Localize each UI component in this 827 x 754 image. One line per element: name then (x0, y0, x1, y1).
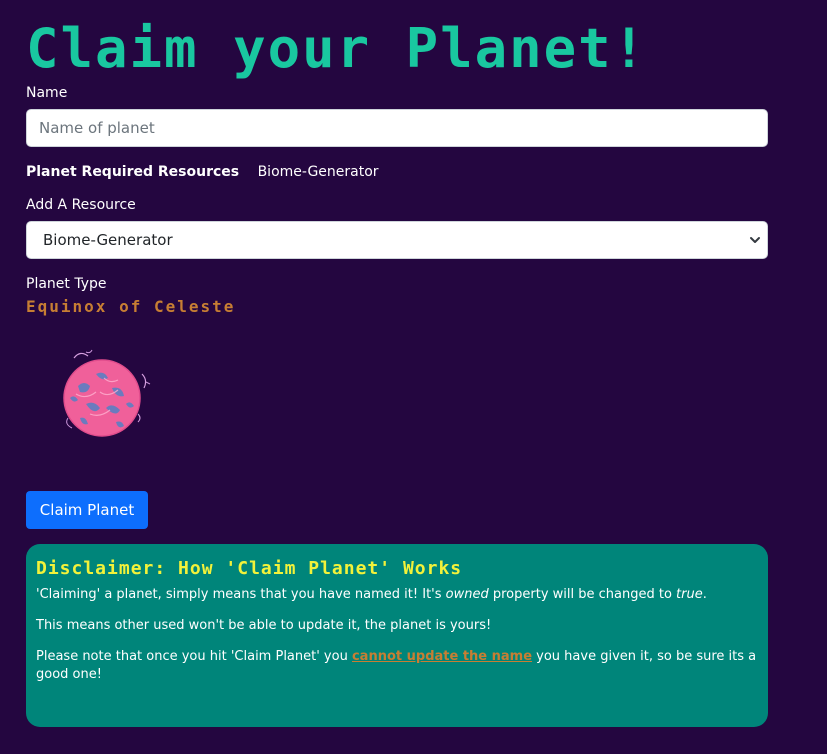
disclaimer-panel: Disclaimer: How 'Claim Planet' Works 'Cl… (26, 544, 768, 727)
planet-type-name: Equinox of Celeste (26, 297, 236, 316)
disclaimer-paragraph-2: This means other used won't be able to u… (36, 618, 492, 633)
required-resources-label: Planet Required Resources (26, 164, 240, 180)
page-title: Claim your Planet! (26, 17, 648, 80)
resource-select-value: Biome-Generator (43, 231, 173, 249)
disclaimer-paragraph-3: Please note that once you hit 'Claim Pla… (36, 649, 757, 682)
planet-name-input[interactable] (26, 109, 768, 147)
required-resources-value: Biome-Generator (257, 164, 379, 180)
disclaimer-paragraph-1: 'Claiming' a planet, simply means that y… (36, 587, 707, 602)
required-resources-row: Planet Required Resources Biome-Generato… (26, 163, 379, 181)
claim-planet-button[interactable]: Claim Planet (26, 491, 148, 529)
chevron-down-icon (750, 237, 760, 243)
disclaimer-title: Disclaimer: How 'Claim Planet' Works (36, 558, 463, 579)
resource-select[interactable]: Biome-Generator (26, 221, 768, 259)
cannot-update-name-link[interactable]: cannot update the name (352, 649, 532, 664)
planet-type-label: Planet Type (26, 276, 107, 292)
add-resource-label: Add A Resource (26, 197, 136, 213)
name-label: Name (26, 85, 68, 101)
planet-image (63, 349, 151, 437)
